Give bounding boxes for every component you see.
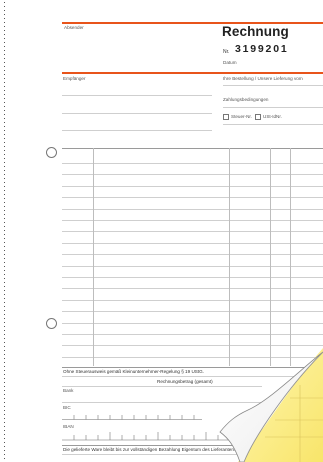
table-row-rule [62, 334, 323, 335]
table-row-rule [62, 300, 323, 301]
table-row-rule [62, 254, 323, 255]
table-row-rule [62, 323, 323, 324]
table-row-rule [62, 243, 323, 244]
table-column-rule [93, 148, 94, 366]
table-row-rule [62, 266, 323, 267]
table-row-rule [62, 231, 323, 232]
table-row-rule [62, 186, 323, 187]
table-row-rule [62, 209, 323, 210]
table-row-rule [62, 277, 323, 278]
bank-label: Bank [63, 388, 74, 393]
table-row-rule [62, 288, 323, 289]
table-column-rule [270, 148, 271, 366]
table-row-rule [62, 220, 323, 221]
table-column-rule [229, 148, 230, 366]
table-row-rule [62, 163, 323, 164]
table-row-rule [62, 197, 323, 198]
table-row-rule [62, 311, 323, 312]
table-column-rule [290, 148, 291, 366]
table-header-rule [62, 148, 323, 149]
table-row-rule [62, 174, 323, 175]
carbonless-copy-corner [219, 348, 323, 462]
tax-note: Ohne Steuerausweis gemäß Kleinunternehme… [63, 369, 204, 374]
